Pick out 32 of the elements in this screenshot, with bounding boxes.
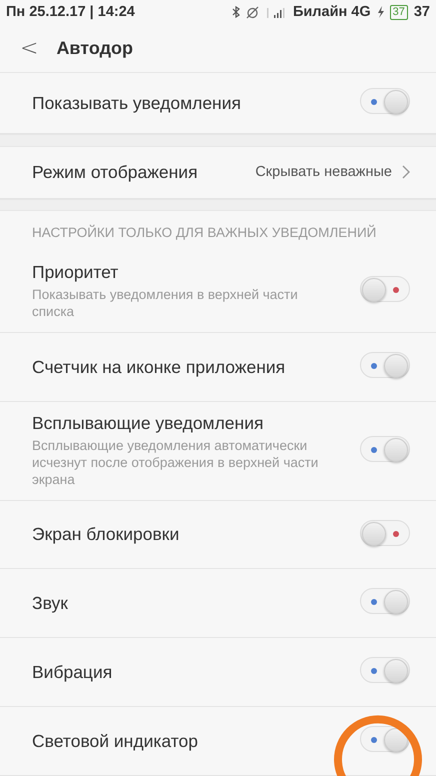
toggle-switch[interactable] [360, 657, 410, 684]
battery-percent: 37 [414, 4, 430, 20]
toggle-switch[interactable] [360, 276, 410, 302]
chevron-right-icon[interactable] [402, 165, 410, 180]
back-button[interactable]: < [20, 36, 38, 61]
setting-label: Вибрация [32, 662, 114, 683]
setting-label: Звук [32, 592, 69, 614]
status-datetime: Пн 25.12.17 | 14:24 [6, 4, 135, 20]
setting-label: Всплывающие уведомления [32, 413, 264, 434]
setting-label: Режим отображения [32, 162, 199, 183]
section-heading: НАСТРОЙКИ ТОЛЬКО ДЛЯ ВАЖНЫХ УВЕДОМЛЕНИЙ [31, 224, 378, 242]
charging-icon [376, 6, 384, 18]
toggle-switch[interactable] [360, 520, 410, 546]
toggle-switch[interactable] [360, 436, 410, 462]
toggle-switch[interactable] [360, 726, 410, 752]
toggle-switch[interactable] [360, 352, 410, 378]
page-title: Автодор [56, 38, 134, 59]
setting-label: Счетчик на иконке приложения [32, 356, 286, 378]
setting-label: Показывать уведомления [32, 92, 242, 114]
setting-label: Приоритет [32, 262, 120, 284]
signal-icon [264, 6, 287, 18]
setting-label: Световой индикатор [32, 730, 200, 752]
setting-value: Скрывать неважные [255, 164, 392, 180]
toggle-switch[interactable] [360, 588, 410, 614]
setting-description: Показывать уведомления в верхней части списка [32, 286, 299, 320]
setting-label: Экран блокировки [32, 524, 180, 545]
toggle-switch[interactable] [360, 88, 410, 114]
alarm-off-icon [246, 6, 259, 19]
carrier-name: Билайн 4G [292, 4, 371, 20]
setting-description: Всплывающие уведомления автоматически исчезнут после отображения в верхней части экрана [32, 437, 320, 488]
battery-icon: 37 [390, 4, 408, 20]
bluetooth-icon [232, 6, 240, 18]
